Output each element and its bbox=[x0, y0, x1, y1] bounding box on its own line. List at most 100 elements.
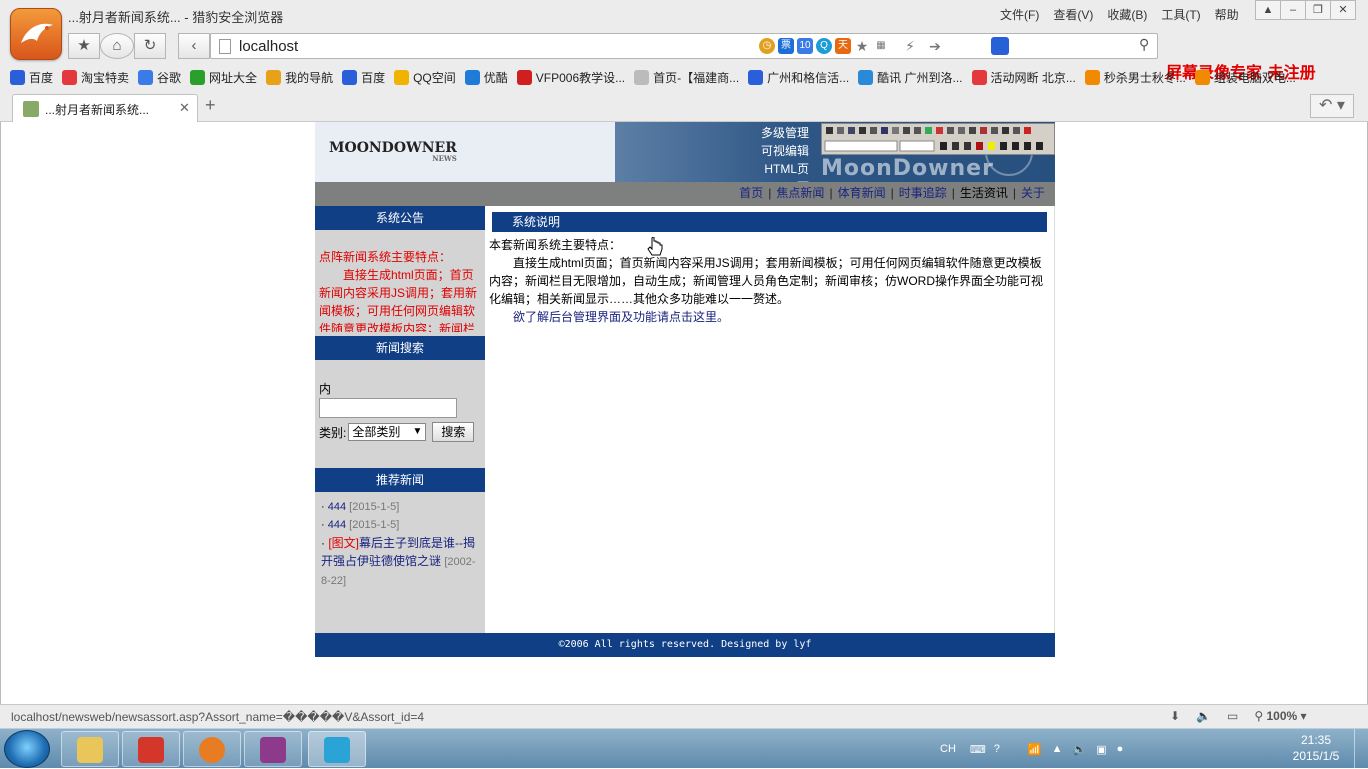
category-select[interactable]: 全部类别 ▼ bbox=[348, 423, 427, 441]
menu-file[interactable]: 文件(F) bbox=[1000, 6, 1039, 23]
site-logo[interactable]: MOONDOWNER NEWS bbox=[329, 140, 457, 163]
taskbar-cheetah-browser[interactable] bbox=[183, 731, 241, 767]
menu-view[interactable]: 查看(V) bbox=[1053, 6, 1093, 23]
tab-active[interactable]: ...射月者新闻系统... ✕ bbox=[12, 94, 198, 122]
home-icon[interactable]: ⌂ bbox=[100, 33, 134, 59]
tab-close-icon[interactable]: ✕ bbox=[179, 100, 190, 116]
bookmarks-bar: 百度 淘宝特卖 谷歌 网址大全 我的导航 百度 QQ空间 优酷 VFP006教学设... 首页-【… bbox=[0, 64, 1368, 90]
nav-life[interactable]: 生活资讯 bbox=[960, 186, 1008, 200]
clock[interactable]: 21:35 2015/1/5 bbox=[1288, 732, 1344, 764]
search-button[interactable]: 搜索 bbox=[432, 422, 475, 442]
bookmark-item[interactable]: QQ空间 bbox=[394, 69, 456, 86]
clock-icon[interactable]: ◷ bbox=[759, 38, 775, 54]
zoom-control[interactable]: ⚲ 100% ▾ bbox=[1254, 709, 1306, 723]
bookmark-item[interactable]: VFP006教学设... bbox=[516, 69, 626, 86]
download-icon[interactable]: ⬇ bbox=[1170, 709, 1180, 723]
tmall-icon[interactable]: 天 bbox=[835, 38, 851, 54]
bookmark-item[interactable]: 广州和格信活... bbox=[748, 69, 849, 86]
bookmark-item[interactable]: 我的导航 bbox=[266, 69, 333, 86]
volume-icon[interactable]: 🔈 bbox=[1196, 709, 1211, 723]
ticket-icon[interactable]: 票 bbox=[778, 38, 794, 54]
show-desktop-button[interactable] bbox=[1354, 729, 1368, 769]
address-text[interactable]: localhost bbox=[239, 38, 298, 55]
bookmark-item[interactable]: 淘宝特卖 bbox=[62, 69, 129, 86]
bookmark-label: 谷歌 bbox=[157, 70, 182, 85]
screen-icon[interactable]: ▭ bbox=[1227, 709, 1238, 723]
recommend-link[interactable]: 444 bbox=[328, 519, 346, 531]
recommend-link[interactable]: 444 bbox=[328, 501, 346, 513]
taskbar-app-red[interactable] bbox=[122, 731, 180, 767]
tray-app-icon[interactable]: ▣ bbox=[1096, 743, 1106, 756]
taskbar-explorer[interactable] bbox=[61, 731, 119, 767]
bookmark-label: 广州和格信活... bbox=[767, 70, 850, 85]
keyboard-icon[interactable]: ⌨ bbox=[970, 743, 986, 756]
bookmark-item[interactable]: 网址大全 bbox=[190, 69, 257, 86]
admin-info-link[interactable]: 欲了解后台管理界面及功能请点击这里。 bbox=[513, 310, 729, 324]
network-icon[interactable]: 📶 bbox=[1028, 743, 1042, 756]
main-body: 本套新闻系统主要特点： 直接生成html页面；首页新闻内容采用JS调用；套用新闻… bbox=[489, 236, 1049, 326]
lightning-icon[interactable]: ⚡ bbox=[902, 38, 918, 54]
bookmark-item[interactable]: 百度 bbox=[10, 69, 53, 86]
show-hidden-icon[interactable]: ▲ bbox=[1052, 743, 1063, 755]
ime-indicator[interactable]: CH bbox=[940, 743, 956, 755]
taobao-icon bbox=[1194, 69, 1210, 85]
banner-big-text: MoonDowner bbox=[821, 156, 994, 181]
bookmark-label: 百度 bbox=[29, 70, 54, 85]
address-bar[interactable]: localhost ◷ 票 10 Q 天 ★ ▦ ⚡ ➔ 🐾 ⚲ bbox=[210, 33, 1158, 59]
bookmark-label: 网址大全 bbox=[209, 70, 258, 85]
favorite-star-icon[interactable]: ★ bbox=[68, 33, 100, 59]
dropdown-arrow-icon: ▼ bbox=[412, 426, 423, 437]
bookmark-star-icon[interactable]: ★ bbox=[854, 38, 870, 54]
nav-current[interactable]: 时事追踪 bbox=[899, 186, 947, 200]
taskbar-recorder[interactable] bbox=[308, 731, 366, 767]
menu-tools[interactable]: 工具(T) bbox=[1161, 6, 1200, 23]
search-engine-icon[interactable]: Q bbox=[816, 38, 832, 54]
taskbar-winrar[interactable] bbox=[244, 731, 302, 767]
refresh-icon[interactable]: ↻ bbox=[134, 33, 166, 59]
folder-icon bbox=[266, 69, 282, 85]
bookmark-item[interactable]: 首页-【福建商... bbox=[634, 69, 739, 86]
bookmark-item[interactable]: 酷讯 广州到洛... bbox=[858, 69, 963, 86]
qq-icon[interactable]: ● bbox=[1117, 743, 1124, 755]
browser-chrome: ...射月者新闻系统... - 猎豹安全浏览器 文件(F) 查看(V) 收藏(B… bbox=[0, 0, 1368, 122]
bookmark-item[interactable]: 活动网断 北京... bbox=[971, 69, 1076, 86]
search-box[interactable]: 🐾 ⚲ bbox=[989, 36, 1164, 56]
menu-help[interactable]: 帮助 bbox=[1215, 6, 1239, 23]
bookmark-item[interactable]: 秒杀男士秋冬... bbox=[1084, 69, 1186, 86]
navigation-toolbar: ★ ⌂ ↻ ‹ localhost ◷ 票 10 Q 天 ★ ▦ ⚡ ➔ 🐾 ⚲… bbox=[0, 30, 1368, 82]
skin-icon[interactable]: ▲ bbox=[1255, 0, 1281, 20]
new-tab-icon[interactable]: + bbox=[205, 95, 216, 116]
nav-sports[interactable]: 体育新闻 bbox=[838, 186, 886, 200]
minimize-button[interactable]: – bbox=[1280, 0, 1306, 20]
search-icon[interactable]: ⚲ bbox=[1139, 36, 1149, 53]
help-icon[interactable]: ? bbox=[994, 743, 1000, 755]
forward-icon[interactable]: ➔ bbox=[927, 38, 943, 54]
nav-focus[interactable]: 焦点新闻 bbox=[776, 186, 824, 200]
status-right: ⬇ 🔈 ▭ ⚲ 100% ▾ bbox=[1170, 709, 1307, 723]
grid-icon[interactable]: ▦ bbox=[873, 38, 889, 54]
back-icon[interactable]: ‹ bbox=[178, 33, 210, 59]
recommend-prefix: [图文] bbox=[328, 536, 360, 550]
category-label: 类别: bbox=[319, 425, 347, 440]
feature-multilevel: 多级管理 bbox=[760, 126, 809, 140]
start-button[interactable] bbox=[4, 730, 50, 768]
body-text: 直接生成html页面；首页新闻内容采用JS调用；套用新闻模板；可用任何网页编辑软… bbox=[489, 256, 1043, 306]
bookmark-item[interactable]: 百度 bbox=[342, 69, 385, 86]
10-icon[interactable]: 10 bbox=[797, 38, 813, 54]
restore-button[interactable]: ❐ bbox=[1305, 0, 1331, 20]
bookmark-item[interactable]: 谷歌 bbox=[138, 69, 181, 86]
title-bar: ...射月者新闻系统... - 猎豹安全浏览器 文件(F) 查看(V) 收藏(B… bbox=[0, 0, 1368, 60]
close-button[interactable]: ✕ bbox=[1330, 0, 1356, 20]
menu-favorites[interactable]: 收藏(B) bbox=[1107, 6, 1147, 23]
bookmark-label: VFP006教学设... bbox=[535, 70, 626, 85]
undo-close-tab-icon[interactable]: ↶ ▾ bbox=[1310, 94, 1354, 118]
nav-about[interactable]: 关于 bbox=[1021, 186, 1045, 200]
content-input[interactable] bbox=[319, 398, 457, 418]
main-heading: 系统说明 bbox=[492, 212, 1047, 232]
bookmark-item[interactable]: 优酷 bbox=[464, 69, 508, 86]
bookmark-item[interactable]: 组装电脑双电... bbox=[1194, 69, 1296, 86]
volume-tray-icon[interactable]: 🔈 bbox=[1073, 743, 1087, 756]
nav-home[interactable]: 首页 bbox=[739, 186, 763, 200]
baidu-paw-icon[interactable]: 🐾 bbox=[991, 37, 1009, 55]
star-icon bbox=[394, 69, 410, 85]
